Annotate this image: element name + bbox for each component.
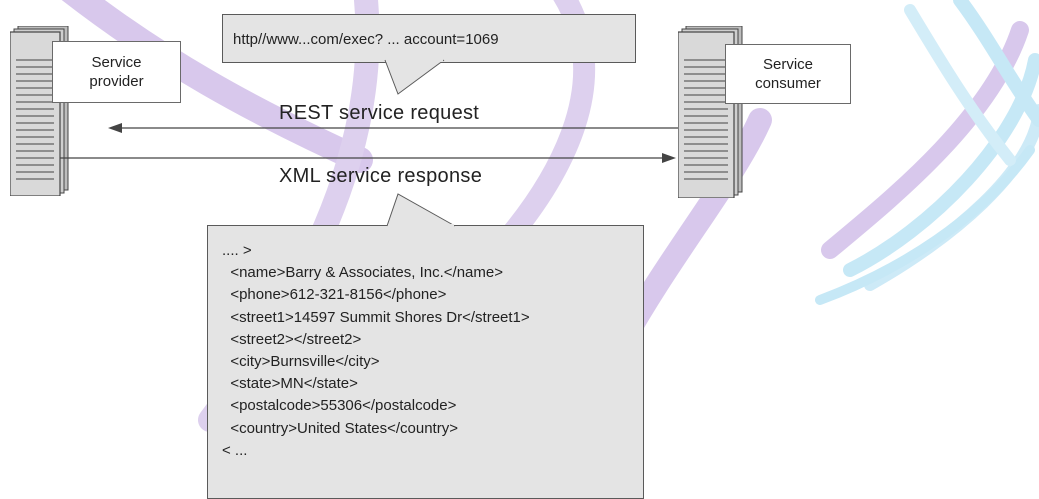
response-arrowhead (662, 153, 676, 163)
request-arrowhead (108, 123, 122, 133)
rest-diagram: Service provider Service consumer http//… (0, 0, 1039, 499)
request-label: REST service request (279, 102, 480, 124)
response-label: XML service response (279, 165, 483, 187)
connectors (60, 59, 678, 227)
request-callout-tail (384, 59, 445, 95)
response-callout-tail (386, 193, 456, 227)
